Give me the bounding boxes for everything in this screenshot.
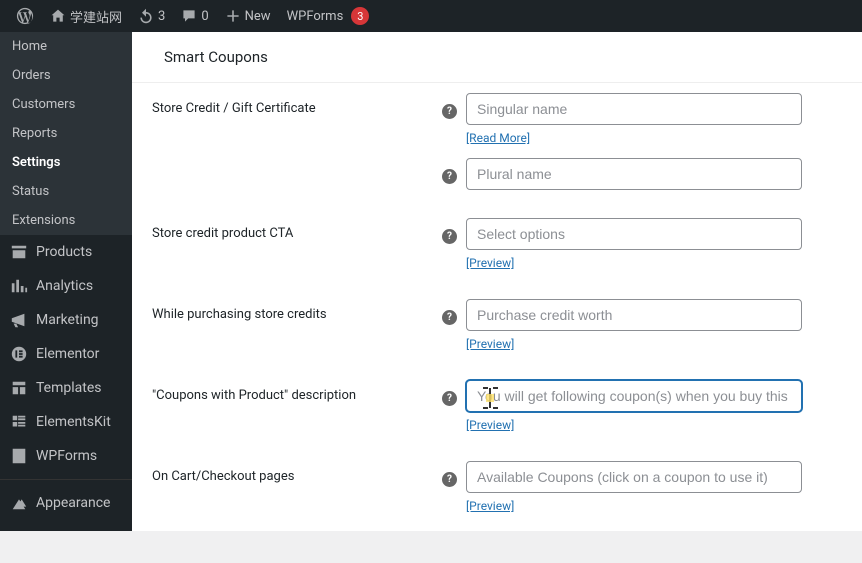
sidebar-sub-extensions[interactable]: Extensions [0,206,132,235]
preview-link[interactable]: [Preview] [466,418,514,432]
row-purchasing: While purchasing store credits ? [Previe… [152,299,842,352]
sidebar-sub-customers[interactable]: Customers [0,90,132,119]
templates-icon [10,379,28,397]
products-icon [10,243,28,261]
sidebar-sub-home[interactable]: Home [0,32,132,61]
refresh-icon [138,8,154,24]
sidebar-item-templates[interactable]: Templates [0,371,132,405]
coupons-desc-input[interactable] [466,380,802,412]
sidebar-separator [0,479,132,480]
help-icon[interactable]: ? [442,169,457,184]
main-content: Smart Coupons Store Credit / Gift Certif… [132,32,862,531]
admin-sidebar: Home Orders Customers Reports Settings S… [0,32,132,531]
wpforms-badge: 3 [351,7,369,25]
help-icon[interactable]: ? [442,472,457,487]
label-cart: On Cart/Checkout pages [152,461,442,484]
site-name: 学建站网 [70,7,122,26]
sidebar-item-label: Products [36,244,92,260]
new-label: New [245,9,271,24]
wpforms-icon [10,447,28,465]
singular-name-input[interactable] [466,93,802,125]
wp-logo[interactable] [8,0,42,32]
sidebar-item-marketing[interactable]: Marketing [0,303,132,337]
admin-toolbar: 学建站网 3 0 New WPForms 3 [0,0,862,32]
read-more-link[interactable]: [Read More] [466,131,530,145]
sidebar-item-elementor[interactable]: Elementor [0,337,132,371]
purchasing-input[interactable] [466,299,802,331]
sidebar-item-label: Appearance [36,495,110,511]
marketing-icon [10,311,28,329]
row-coupons-desc: "Coupons with Product" description ? [Pr… [152,380,842,433]
label-purchasing: While purchasing store credits [152,299,442,322]
help-icon[interactable]: ? [442,310,457,325]
row-cta: Store credit product CTA ? [Preview] [152,218,842,271]
wordpress-icon [16,7,34,25]
wpforms-label: WPForms [287,9,344,24]
settings-body: Store Credit / Gift Certificate ? [Read … [132,83,862,531]
analytics-icon [10,277,28,295]
sidebar-item-elementskit[interactable]: ElementsKit [0,405,132,439]
label-coupons-desc: "Coupons with Product" description [152,380,442,403]
sidebar-item-analytics[interactable]: Analytics [0,269,132,303]
sidebar-item-products[interactable]: Products [0,235,132,269]
sidebar-item-wpforms[interactable]: WPForms [0,439,132,473]
row-cart: On Cart/Checkout pages ? [Preview] [152,461,842,514]
comment-icon [181,8,197,24]
cta-input[interactable] [466,218,802,250]
preview-link[interactable]: [Preview] [466,256,514,270]
help-icon[interactable]: ? [442,104,457,119]
preview-link[interactable]: [Preview] [466,337,514,351]
label-store-credit: Store Credit / Gift Certificate [152,93,442,116]
label-cta: Store credit product CTA [152,218,442,241]
comments-count: 0 [201,9,208,24]
row-store-credit-plural: ? [152,158,842,190]
sidebar-sub-orders[interactable]: Orders [0,61,132,90]
help-icon[interactable]: ? [442,391,457,406]
home-icon [50,8,66,24]
new-content-link[interactable]: New [217,0,279,32]
updates-link[interactable]: 3 [130,0,173,32]
comments-link[interactable]: 0 [173,0,216,32]
elementor-icon [10,345,28,363]
help-icon[interactable]: ? [442,229,457,244]
sidebar-item-label: WPForms [36,448,97,464]
elementskit-icon [10,413,28,431]
sidebar-item-label: ElementsKit [36,414,111,430]
sidebar-sub-reports[interactable]: Reports [0,119,132,148]
plural-name-input[interactable] [466,158,802,190]
preview-link[interactable]: [Preview] [466,499,514,513]
cart-input[interactable] [466,461,802,493]
sidebar-item-label: Templates [36,380,102,396]
updates-count: 3 [158,9,165,24]
plus-icon [225,8,241,24]
sidebar-item-label: Marketing [36,312,99,328]
sidebar-item-yith[interactable]: YITH [0,520,132,531]
sidebar-sub-status[interactable]: Status [0,177,132,206]
sidebar-item-label: Elementor [36,346,99,362]
sidebar-sub-settings[interactable]: Settings [0,148,132,177]
appearance-icon [10,494,28,512]
page-title: Smart Coupons [132,32,862,83]
site-link[interactable]: 学建站网 [42,0,130,32]
row-store-credit: Store Credit / Gift Certificate ? [Read … [152,93,842,146]
sidebar-item-label: Analytics [36,278,93,294]
wpforms-link[interactable]: WPForms 3 [279,0,378,32]
sidebar-item-appearance[interactable]: Appearance [0,486,132,520]
